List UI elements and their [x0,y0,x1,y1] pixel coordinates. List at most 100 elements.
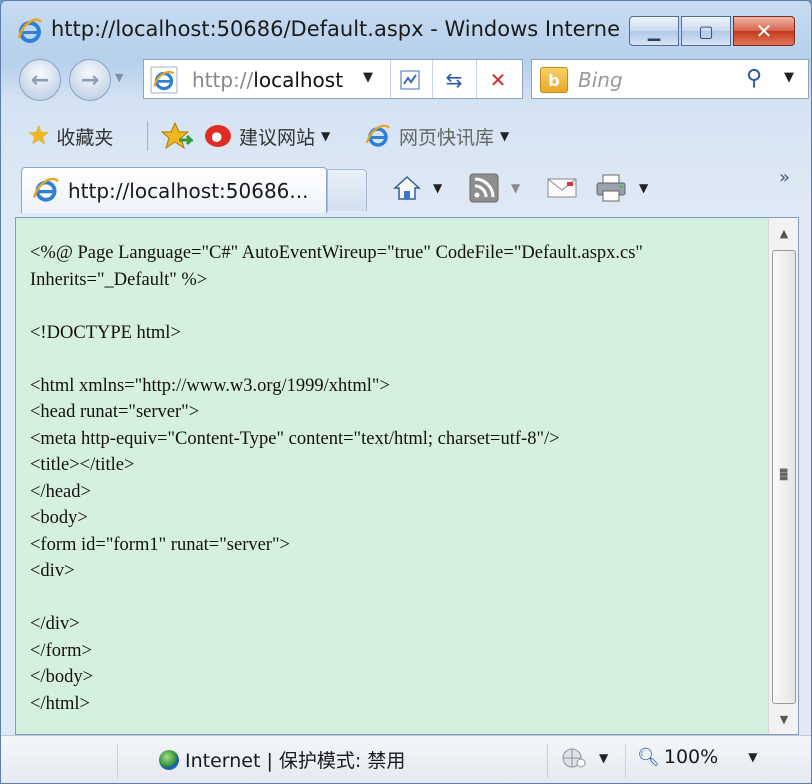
home-button[interactable]: ▼ [393,173,442,203]
status-divider [117,744,118,778]
code-line: </body> [30,667,94,687]
back-arrow-icon: ← [30,67,50,93]
print-button[interactable]: ▼ [595,173,648,203]
code-line: </form> [30,640,92,661]
close-button[interactable]: ✕ [733,16,795,46]
close-icon: ✕ [755,19,773,43]
search-box[interactable]: b Bing ⚲ ▼ [531,59,809,99]
printer-icon [596,174,626,202]
zoom-magnifier-icon: 🔍︎ [637,746,660,768]
web-slice-gallery-button[interactable]: 网页快讯库 ▼ [365,121,509,151]
chevron-down-icon: ▼ [500,129,510,143]
source-text: <%@ Page Language="C#" AutoEventWireup="… [30,240,766,717]
code-line: <body> [30,508,88,528]
code-line: </div> [30,614,80,634]
favorites-label: 收藏夹 [56,126,114,149]
search-options-dropdown[interactable]: ▼ [784,70,794,85]
vertical-scrollbar[interactable]: ▲ ▬ ▬ ▬ ▼ [768,218,798,734]
minimize-icon: ▁ [647,21,661,41]
status-divider [547,744,548,778]
scrollbar-thumb[interactable]: ▬ ▬ ▬ [772,250,796,704]
home-icon [393,175,421,200]
code-line: Inherits="_Default" %> [30,269,208,290]
more-commands-chevron-icon[interactable]: » [779,167,790,188]
favorites-button[interactable]: ★ 收藏夹 [27,121,113,151]
stop-icon: ✕ [489,68,507,92]
refresh-button[interactable]: ⇆ [440,66,468,94]
suggested-sites-label: 建议网站 [239,126,316,149]
code-line: <div> [30,561,75,581]
forward-button[interactable]: → [69,59,111,101]
maximize-button[interactable]: ▢ [681,16,731,46]
address-bar[interactable]: http://localhost ▼ ⇆ ✕ [143,59,523,99]
back-button[interactable]: ← [19,59,61,101]
search-icon[interactable]: ⚲ [746,66,762,91]
read-mail-button[interactable] [547,173,577,203]
browser-window: http://localhost:50686/Default.aspx - Wi… [0,0,812,784]
compatibility-view-button[interactable] [396,66,424,94]
code-line: <form id="form1" runat="server"> [30,534,290,555]
zoom-level: 100% [663,746,719,768]
ie-logo-icon [17,18,43,43]
code-line: <!DOCTYPE html> [30,322,181,343]
navigation-bar: ← → ▼ http://localhost ▼ ⇆ ✕ b Bing ⚲ ▼ [1,55,811,103]
tab-localhost[interactable]: http://localhost:50686... [21,167,327,213]
ie-logo-icon [365,124,390,147]
suggested-sites-button[interactable]: 建议网站 ▼ [205,121,330,151]
chevron-down-icon: ▼ [321,129,331,143]
recent-pages-dropdown[interactable]: ▼ [115,71,123,84]
code-line: <html xmlns="http://www.w3.org/1999/xhtm… [30,375,390,396]
refresh-icon: ⇆ [445,68,463,92]
search-input[interactable]: Bing [578,68,623,92]
favorites-star-icon: ★ [27,121,51,151]
new-tab-button[interactable] [327,169,367,211]
address-separator [476,60,477,98]
maximize-icon: ▢ [698,21,714,41]
chevron-down-icon: ▼ [511,181,521,195]
code-line: <title></title> [30,455,135,475]
scroll-down-arrow-icon[interactable]: ▼ [769,704,799,734]
zoom-control[interactable]: 🔍︎ 100% ▼ [637,746,757,768]
add-favorite-icon [161,122,193,150]
forward-arrow-icon: → [80,67,100,93]
status-divider [625,744,626,778]
address-prefix: http:// [192,68,254,92]
minimize-button[interactable]: ▁ [629,16,679,46]
code-line: <head runat="server"> [30,402,200,422]
ie-logo-icon [33,177,59,202]
code-line: <meta http-equiv="Content-Type" content=… [30,428,560,449]
address-separator [390,60,391,98]
bing-icon: b [540,67,568,93]
stop-button[interactable]: ✕ [484,66,512,94]
web-slice-label: 网页快讯库 [399,126,495,149]
scroll-up-arrow-icon[interactable]: ▲ [769,218,799,248]
favorites-bar: ★ 收藏夹 建议网站 ▼ 网页快讯库 ▼ [1,111,811,161]
mail-icon [547,178,577,198]
address-separator [432,60,433,98]
chevron-down-icon: ▼ [599,751,609,765]
compatibility-icon [400,70,420,90]
chevron-down-icon: ▼ [748,750,758,764]
globe-settings-icon [562,748,586,768]
address-input[interactable]: http://localhost [192,68,343,92]
tab-label: http://localhost:50686... [68,179,309,203]
address-host: localhost [253,68,344,92]
chevron-down-icon: ▼ [639,181,649,195]
add-to-favorites-button[interactable] [161,121,193,151]
globe-icon [159,749,179,770]
addons-button[interactable]: ▼ [561,746,608,770]
feeds-button[interactable]: ▼ [469,173,520,203]
code-line: </html> [30,693,90,714]
weibo-icon [205,125,231,147]
rss-icon [469,173,499,203]
window-title: http://localhost:50686/Default.aspx - Wi… [51,17,621,41]
address-dropdown[interactable]: ▼ [363,70,373,85]
code-line: <%@ Page Language="C#" AutoEventWireup="… [30,243,643,263]
zone-label: Internet | 保护模式: 禁用 [185,750,406,772]
security-zone[interactable]: Internet | 保护模式: 禁用 [159,746,405,773]
chevron-down-icon: ▼ [433,181,443,195]
title-bar: http://localhost:50686/Default.aspx - Wi… [1,1,811,55]
